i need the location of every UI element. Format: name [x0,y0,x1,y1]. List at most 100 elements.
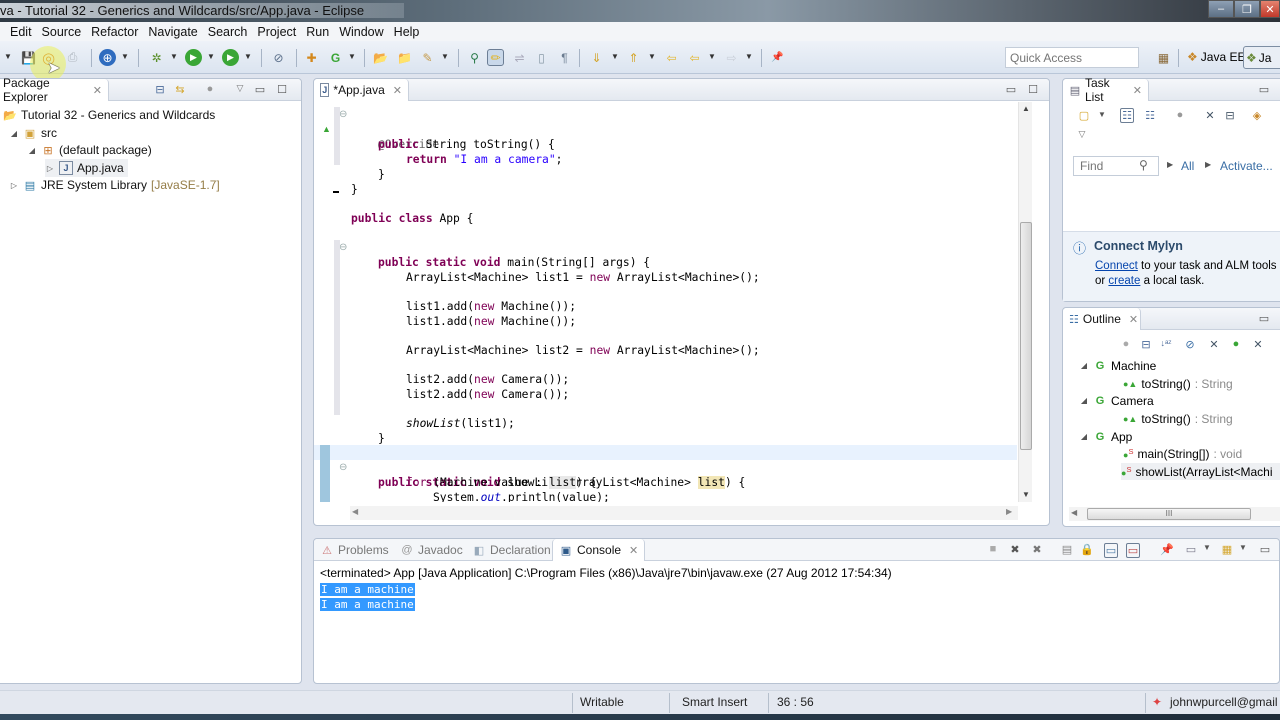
tab-package-explorer[interactable]: Package Explorer ✕ [0,76,109,104]
display-console-dropdown-arrow[interactable]: ▼ [1200,543,1214,552]
menu-help[interactable]: Help [392,25,428,39]
fold-collapse-icon[interactable]: ⊖ [339,107,347,122]
menu-window[interactable]: Window [337,25,391,39]
maximize-view-icon[interactable]: ☐ [275,83,289,96]
back-icon[interactable]: ⇦ [686,49,703,66]
synchronize-icon[interactable]: ◈ [1250,109,1264,122]
close-icon[interactable]: ✕ [93,84,102,97]
open-console-icon[interactable]: ▦ [1220,543,1234,556]
tab-app-java[interactable]: J *App.java ✕ [314,79,409,101]
paragraph-icon[interactable]: ¶ [556,49,573,66]
new-task-dropdown-arrow[interactable]: ▼ [1095,110,1109,119]
maximize-view-icon[interactable]: ☐ [1026,83,1040,96]
next-annotation-dropdown-arrow[interactable]: ▼ [611,52,619,61]
tree-item-app-java[interactable]: ▷ J App.java [45,159,128,177]
menu-refactor[interactable]: Refactor [89,25,146,39]
close-button[interactable]: ✕ [1260,0,1280,18]
view-menu-icon[interactable]: ▽ [1075,129,1089,140]
quick-access-input[interactable] [1005,47,1139,68]
back-dropdown-arrow[interactable]: ▼ [708,52,716,61]
scrollbar-thumb[interactable]: III [1087,508,1251,520]
block-selection-icon[interactable]: ▯ [533,49,550,66]
tab-outline[interactable]: ☷ Outline ✕ [1063,308,1141,330]
fold-collapse-icon[interactable]: ⊖ [339,240,347,255]
hide-completed-icon[interactable]: ✕ [1203,109,1217,122]
new-wizard-icon[interactable]: ⊕ [99,49,116,66]
terminate-icon[interactable]: ■ [986,543,1000,555]
view-menu-icon[interactable]: ▽ [233,83,247,94]
scheduled-icon[interactable]: ☷ [1143,109,1157,122]
new-class-dropdown-arrow[interactable]: ▼ [348,52,356,61]
open-console-dropdown-arrow[interactable]: ▼ [1236,543,1250,552]
categorized-icon[interactable]: ☷ [1120,108,1134,123]
new-task-icon[interactable]: ▢ [1077,109,1091,122]
clear-console-icon[interactable]: ▤ [1060,543,1074,556]
focus-icon[interactable]: ● [1173,109,1187,121]
code-area[interactable]: ⊖ @Override public String toString() { r… [314,102,1017,502]
print-icon[interactable]: ⎙ [64,49,81,66]
hide-local-types-icon[interactable]: ✕ [1251,338,1265,351]
hide-static-icon[interactable]: ✕ [1207,338,1221,351]
outline-item-machine[interactable]: ◢ G Machine [1079,357,1156,374]
minimize-view-icon[interactable]: ▭ [1258,543,1272,556]
outline-horizontal-scrollbar[interactable]: ◀ III [1069,507,1280,521]
outline-item-method[interactable]: ●▲ toString() : String [1123,375,1233,392]
menu-navigate[interactable]: Navigate [146,25,205,39]
scroll-right-arrow[interactable]: ▶ [1006,507,1012,516]
minimize-button[interactable]: – [1208,0,1234,18]
new-dropdown-arrow[interactable]: ▼ [4,52,12,61]
scroll-down-arrow[interactable]: ▼ [1022,490,1030,499]
focus-on-active-task-icon[interactable]: ● [203,83,217,95]
connect-link[interactable]: Connect [1095,260,1138,272]
tree-item-project[interactable]: 📂 Tutorial 32 - Generics and Wildcards [3,106,215,124]
remove-all-terminated-icon[interactable]: ✖ [1030,543,1044,556]
focus-icon[interactable]: ● [1119,338,1133,350]
outline-item-method-selected[interactable]: ●S showList(ArrayList<Machi [1121,463,1280,480]
restore-button[interactable]: ❐ [1234,0,1260,18]
close-icon[interactable]: ✕ [629,544,638,557]
remove-launch-icon[interactable]: ✖ [1008,543,1022,556]
new-java-project-icon[interactable]: ✚ [303,49,320,66]
minimize-view-icon[interactable]: ▭ [1257,83,1271,96]
close-icon[interactable]: ✕ [1129,313,1138,326]
external-tools-icon[interactable]: ▶ [222,49,239,66]
toggle-mark-occurrences-icon[interactable]: ⚲ [466,49,483,66]
menu-project[interactable]: Project [255,25,304,39]
collapsed-twisty-icon[interactable]: ▷ [45,164,55,173]
scroll-left-arrow[interactable]: ◀ [352,507,358,516]
tab-task-list[interactable]: ▤ Task List ✕ [1063,76,1149,104]
expanded-twisty-icon[interactable]: ◢ [1079,396,1089,405]
expanded-twisty-icon[interactable]: ◢ [27,146,37,155]
open-type-icon[interactable]: 📂 [372,49,389,66]
tree-item-jre-library[interactable]: ▷ ▤ JRE System Library [JavaSE-1.7] [9,176,220,194]
next-annotation-icon[interactable]: ⇓ [588,49,605,66]
tab-problems[interactable]: ⚠ Problems [314,539,395,561]
search-dropdown-arrow[interactable]: ▼ [441,52,449,61]
scrollbar-thumb[interactable] [1020,222,1032,450]
close-icon[interactable]: ✕ [1133,84,1142,97]
outline-item-method[interactable]: ●▲ toString() : String [1123,410,1233,427]
run-icon[interactable]: ▶ [185,49,202,66]
minimize-view-icon[interactable]: ▭ [1257,312,1271,325]
show-on-stdout-icon[interactable]: ▭ [1104,543,1118,558]
debug-dropdown-arrow[interactable]: ▼ [170,52,178,61]
tab-javadoc[interactable]: @ Javadoc [394,539,469,561]
link-with-editor-icon[interactable]: ⇆ [173,83,187,96]
perspective-java-ee[interactable]: ❖ Java EE [1187,50,1245,64]
collapse-all-icon[interactable]: ⊟ [1223,109,1237,122]
run-dropdown-arrow[interactable]: ▼ [207,52,215,61]
show-whitespace-icon[interactable]: ⇌ [511,49,528,66]
dropdown-arrow[interactable]: ▼ [121,52,129,61]
menu-source[interactable]: Source [40,25,90,39]
sort-icon[interactable]: ↓ᵃᶻ [1159,338,1173,348]
close-icon[interactable]: ✕ [393,84,402,97]
tree-item-default-package[interactable]: ◢ ⊞ (default package) [27,141,152,159]
scroll-lock-icon[interactable]: 🔒 [1080,543,1094,556]
console-output-line[interactable]: I am a machine [320,582,415,596]
hide-fields-icon[interactable]: ⊘ [1183,338,1197,351]
last-edit-icon[interactable]: ⇦ [663,49,680,66]
tab-console[interactable]: ▣ Console ✕ [552,539,646,561]
outline-item-camera[interactable]: ◢ G Camera [1079,392,1154,409]
show-on-stderr-icon[interactable]: ▭ [1126,543,1140,558]
expanded-twisty-icon[interactable]: ◢ [9,129,19,138]
